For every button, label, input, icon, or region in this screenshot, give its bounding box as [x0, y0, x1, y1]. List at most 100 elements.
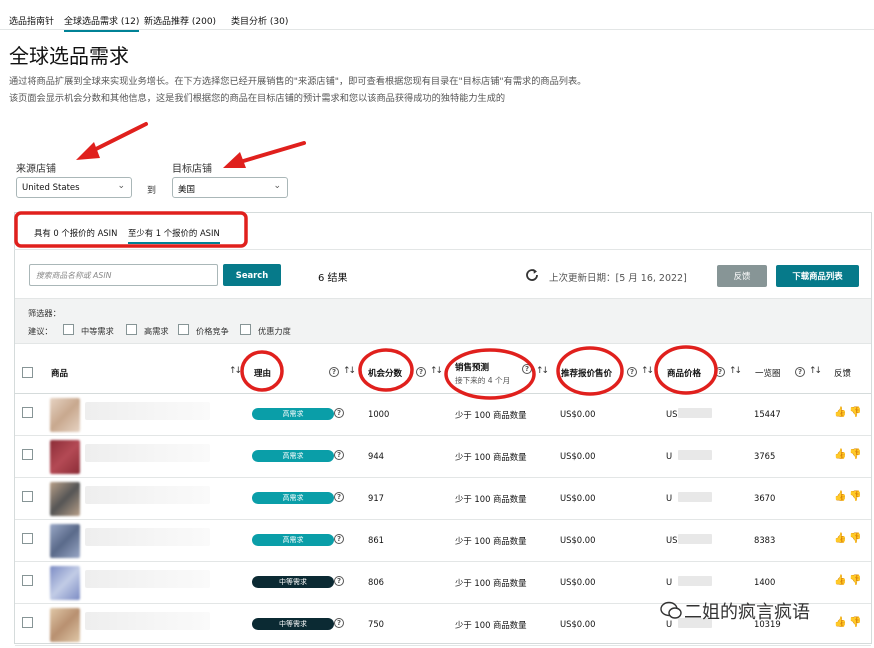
opportunity-score: 917: [368, 493, 384, 503]
help-icon[interactable]: ?: [795, 367, 805, 377]
search-input[interactable]: [29, 264, 218, 286]
chevron-down-icon: ⌄: [273, 181, 281, 191]
product-image[interactable]: [50, 440, 80, 474]
tab-compass[interactable]: 选品指南针: [9, 14, 54, 27]
last-updated-text: 上次更新日期：[5 月 16, 2022]: [549, 273, 687, 284]
help-icon[interactable]: ?: [334, 534, 344, 544]
refresh-icon[interactable]: [524, 267, 540, 283]
header-opportunity-score: 机会分数: [368, 369, 403, 379]
sales-forecast: 少于 100 商品数量: [455, 452, 527, 462]
reason-badge: 中等需求: [252, 576, 334, 588]
product-image[interactable]: [50, 608, 80, 642]
opportunity-score: 1000: [368, 409, 390, 419]
filter-price-competition-checkbox[interactable]: [178, 324, 189, 335]
thumbs-up-icon[interactable]: 👍: [834, 617, 846, 628]
source-store-select[interactable]: United States ⌄: [16, 177, 132, 198]
help-icon[interactable]: ?: [334, 450, 344, 460]
help-icon[interactable]: ?: [329, 367, 339, 377]
filter-medium-demand-checkbox[interactable]: [63, 324, 74, 335]
thumbs-down-icon[interactable]: 👎: [849, 491, 861, 502]
target-store-value: 美国: [178, 185, 196, 195]
thumbs-up-icon[interactable]: 👍: [834, 449, 846, 460]
help-icon[interactable]: ?: [334, 408, 344, 418]
thumbs-down-icon[interactable]: 👎: [849, 449, 861, 460]
wechat-icon: [660, 601, 682, 619]
filter-high-demand-checkbox[interactable]: [126, 324, 137, 335]
product-image[interactable]: [50, 482, 80, 516]
help-icon[interactable]: ?: [334, 618, 344, 628]
thumbs-down-icon[interactable]: 👎: [849, 617, 861, 628]
tab-at-least-one-offer[interactable]: 至少有 1 个报价的 ASIN: [128, 227, 220, 244]
filter-discount-checkbox[interactable]: [240, 324, 251, 335]
product-title-blurred[interactable]: [85, 402, 210, 420]
tab-global-demand[interactable]: 全球选品需求 (12): [64, 14, 140, 32]
product-title-blurred[interactable]: [85, 486, 210, 504]
product-price-prefix: US: [666, 535, 678, 545]
help-icon[interactable]: ?: [334, 576, 344, 586]
table-row: 高需求? 861 少于 100 商品数量 US$0.00 US 8383 👍 👎: [15, 520, 871, 562]
sort-icon[interactable]: ↑↓: [536, 366, 549, 376]
help-icon[interactable]: ?: [715, 367, 725, 377]
recommended-price: US$0.00: [560, 409, 596, 419]
product-image[interactable]: [50, 398, 80, 432]
header-sales-forecast: 销售预测: [455, 363, 490, 373]
sales-forecast: 少于 100 商品数量: [455, 536, 527, 546]
help-icon[interactable]: ?: [416, 367, 426, 377]
thumbs-down-icon[interactable]: 👎: [849, 407, 861, 418]
filter-high-demand-label: 高需求: [144, 326, 169, 336]
thumbs-up-icon[interactable]: 👍: [834, 407, 846, 418]
product-title-blurred[interactable]: [85, 612, 210, 630]
thumbs-up-icon[interactable]: 👍: [834, 533, 846, 544]
product-title-blurred[interactable]: [85, 528, 210, 546]
download-list-button[interactable]: 下载商品列表: [776, 265, 859, 287]
product-title-blurred[interactable]: [85, 444, 210, 462]
thumbs-down-icon[interactable]: 👎: [849, 533, 861, 544]
row-checkbox[interactable]: [22, 407, 33, 418]
opportunity-score: 750: [368, 619, 384, 629]
tab-zero-offers[interactable]: 具有 0 个报价的 ASIN: [34, 227, 117, 239]
thumbs-up-icon[interactable]: 👍: [834, 575, 846, 586]
sort-icon[interactable]: ↑↓: [343, 366, 356, 376]
help-icon[interactable]: ?: [522, 364, 532, 374]
chevron-down-icon: ⌄: [117, 181, 125, 191]
row-checkbox[interactable]: [22, 449, 33, 460]
search-button[interactable]: Search: [223, 264, 281, 286]
help-icon[interactable]: ?: [334, 492, 344, 502]
filter-medium-demand-label: 中等需求: [81, 326, 114, 336]
sort-icon[interactable]: ↑↓: [229, 366, 242, 376]
row-checkbox[interactable]: [22, 491, 33, 502]
row-checkbox[interactable]: [22, 533, 33, 544]
thumbs-down-icon[interactable]: 👎: [849, 575, 861, 586]
bsr-value: 3670: [754, 493, 776, 503]
target-store-select[interactable]: 美国 ⌄: [172, 177, 288, 198]
row-checkbox[interactable]: [22, 575, 33, 586]
recommended-price: US$0.00: [560, 451, 596, 461]
product-price-prefix: U: [666, 451, 673, 461]
sort-icon[interactable]: ↑↓: [809, 366, 822, 376]
sales-forecast: 少于 100 商品数量: [455, 410, 527, 420]
help-icon[interactable]: ?: [627, 367, 637, 377]
results-count: 6 结果: [318, 273, 348, 284]
product-price-prefix: U: [666, 577, 673, 587]
tab-category-analysis[interactable]: 类目分析 (30): [231, 14, 288, 27]
row-checkbox[interactable]: [22, 617, 33, 628]
product-price-blurred: [678, 492, 712, 502]
header-product-price: 商品价格: [667, 369, 702, 379]
tab-new-recommendations[interactable]: 新选品推荐 (200): [144, 14, 216, 27]
product-image[interactable]: [50, 524, 80, 558]
sort-icon[interactable]: ↑↓: [641, 366, 654, 376]
product-image[interactable]: [50, 566, 80, 600]
divider: [14, 249, 872, 250]
header-feedback: 反馈: [834, 369, 852, 379]
feedback-button[interactable]: 反馈: [717, 265, 767, 287]
filter-price-competition-label: 价格竞争: [196, 326, 229, 336]
sort-icon[interactable]: ↑↓: [430, 366, 443, 376]
select-all-checkbox[interactable]: [22, 367, 33, 378]
thumbs-up-icon[interactable]: 👍: [834, 491, 846, 502]
header-reason: 理由: [254, 369, 272, 379]
product-title-blurred[interactable]: [85, 570, 210, 588]
filter-suggest-label: 建议：: [28, 326, 53, 336]
sort-icon[interactable]: ↑↓: [729, 366, 742, 376]
annotation-arrow: [76, 122, 148, 160]
sales-forecast: 少于 100 商品数量: [455, 494, 527, 504]
